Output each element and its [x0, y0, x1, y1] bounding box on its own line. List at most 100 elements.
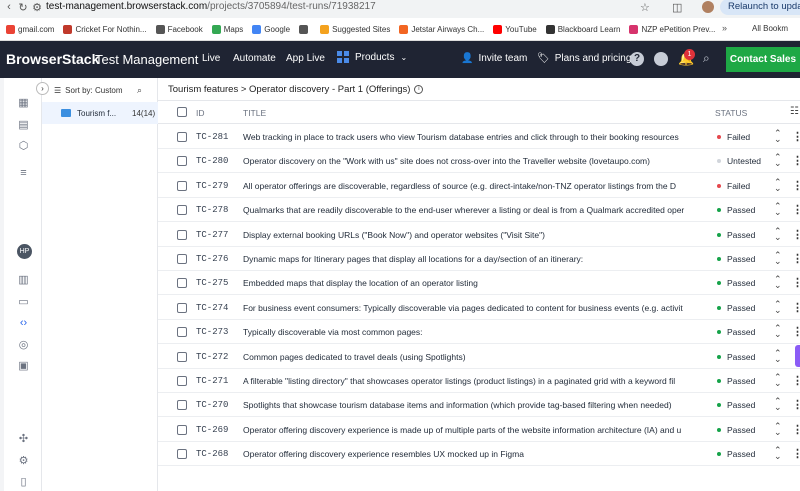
bookmark-item[interactable]: Jetstar Airways Ch...: [399, 24, 484, 34]
row-checkbox[interactable]: [177, 205, 187, 216]
table-row[interactable]: TC-276 Dynamic maps for Itinerary pages t…: [158, 247, 800, 271]
all-bookmarks-button[interactable]: All Bookm: [752, 24, 788, 33]
address-bar[interactable]: test-management.browserstack.com/project…: [46, 0, 376, 18]
test-case-title[interactable]: Typically discoverable via most common p…: [243, 327, 711, 337]
test-case-title[interactable]: Operator offering discovery experience i…: [243, 425, 711, 435]
test-case-id[interactable]: TC-272: [196, 352, 228, 362]
bookmark-item[interactable]: Cricket For Nothin...: [63, 24, 147, 34]
folder-icon[interactable]: ▭: [18, 297, 29, 308]
bookmarks-overflow-icon[interactable]: »: [722, 23, 727, 33]
status-badge[interactable]: Passed: [717, 400, 755, 410]
reorder-handle-icon[interactable]: ⌃ ⌄: [774, 299, 782, 314]
test-case-id[interactable]: TC-270: [196, 400, 228, 410]
reorder-handle-icon[interactable]: ⌃ ⌄: [774, 129, 782, 144]
more-options-icon[interactable]: ⋮: [792, 276, 800, 289]
reports-icon[interactable]: ▣: [18, 361, 29, 372]
table-row[interactable]: TC-280 Operator discovery on the "Work wi…: [158, 149, 800, 174]
bookmark-item[interactable]: gmail.com: [6, 24, 54, 34]
reorder-handle-icon[interactable]: ⌃ ⌄: [774, 275, 782, 290]
test-case-title[interactable]: Web tracking in place to track users who…: [243, 132, 711, 142]
more-options-icon[interactable]: ⋮: [792, 154, 800, 167]
test-case-id[interactable]: TC-271: [196, 376, 228, 386]
bookmark-item[interactable]: Facebook: [155, 24, 203, 34]
row-checkbox[interactable]: [177, 400, 187, 411]
more-options-icon[interactable]: ⋮: [792, 179, 800, 192]
row-checkbox[interactable]: [177, 424, 187, 435]
test-case-id[interactable]: TC-275: [196, 278, 228, 288]
extensions-icon[interactable]: ◫: [672, 1, 682, 14]
reorder-handle-icon[interactable]: ⌃ ⌄: [774, 177, 782, 192]
row-checkbox[interactable]: [177, 132, 187, 142]
bookmark-star-icon[interactable]: ☆: [640, 1, 650, 14]
more-options-icon[interactable]: ⋮: [792, 130, 800, 143]
row-checkbox[interactable]: [177, 449, 187, 460]
test-case-title[interactable]: All operator offerings are discoverable,…: [243, 181, 711, 191]
test-case-id[interactable]: TC-269: [196, 425, 228, 435]
status-badge[interactable]: Passed: [717, 449, 755, 459]
table-row[interactable]: TC-278 Qualmarks that are readily discove…: [158, 198, 800, 223]
status-badge[interactable]: Passed: [717, 425, 755, 435]
compass-icon[interactable]: ◎: [18, 340, 29, 351]
folder-item[interactable]: Tourism f... 14(14): [42, 102, 158, 124]
more-options-icon[interactable]: ⋮: [792, 325, 800, 338]
help-icon[interactable]: ?: [630, 52, 644, 66]
test-case-id[interactable]: TC-274: [196, 303, 228, 313]
bookmark-item[interactable]: [299, 24, 311, 34]
column-title[interactable]: TITLE: [243, 108, 266, 118]
status-badge[interactable]: Failed: [717, 132, 750, 142]
more-options-icon[interactable]: ⋮: [792, 301, 800, 314]
test-case-title[interactable]: Qualmarks that are readily discoverable …: [243, 205, 711, 215]
row-checkbox[interactable]: [177, 254, 187, 264]
row-checkbox[interactable]: [177, 229, 187, 240]
more-options-icon[interactable]: ⋮: [792, 374, 800, 387]
test-case-id[interactable]: TC-277: [196, 230, 228, 240]
test-case-id[interactable]: TC-268: [196, 449, 228, 459]
nav-link-live[interactable]: Live: [202, 53, 220, 64]
collapse-panel-button[interactable]: ›: [36, 82, 49, 95]
table-row[interactable]: TC-269 Operator offering discovery experi…: [158, 418, 800, 442]
test-case-title[interactable]: A filterable "listing directory" that sh…: [243, 376, 711, 386]
select-all-checkbox[interactable]: [177, 107, 187, 117]
row-checkbox[interactable]: [177, 376, 187, 386]
status-badge[interactable]: Untested: [717, 156, 761, 166]
back-icon[interactable]: ‹: [2, 1, 16, 13]
bookmark-item[interactable]: Suggested Sites: [320, 24, 390, 34]
site-info-icon[interactable]: ⚙: [30, 1, 44, 14]
status-badge[interactable]: Passed: [717, 352, 755, 362]
test-case-title[interactable]: Operator discovery on the "Work with us"…: [243, 156, 711, 166]
bookmark-item[interactable]: Maps: [211, 24, 243, 34]
more-options-icon[interactable]: ⋮: [792, 203, 800, 216]
test-case-id[interactable]: TC-281: [196, 132, 228, 142]
test-case-title[interactable]: For business event consumers: Typically …: [243, 303, 711, 313]
reorder-handle-icon[interactable]: ⌃ ⌄: [774, 446, 782, 461]
bookmark-item[interactable]: NZP ePetition Prev...: [629, 24, 715, 34]
column-settings-icon[interactable]: ☷: [790, 106, 799, 117]
invite-team-button[interactable]: 👤 Invite team: [461, 53, 527, 64]
row-checkbox[interactable]: [177, 278, 187, 289]
list-icon[interactable]: ≡: [18, 168, 29, 179]
test-case-id[interactable]: TC-279: [196, 181, 228, 191]
table-row[interactable]: TC-277 Display external booking URLs ("Bo…: [158, 223, 800, 247]
plans-pricing-button[interactable]: 🏷 Plans and pricing: [537, 53, 631, 64]
status-badge[interactable]: Passed: [717, 327, 755, 337]
test-case-title[interactable]: Display external booking URLs ("Book Now…: [243, 230, 711, 240]
test-case-id[interactable]: TC-280: [196, 156, 228, 166]
browserstack-logo[interactable]: BrowserStack: [6, 51, 99, 67]
reorder-handle-icon[interactable]: ⌃ ⌄: [774, 153, 782, 168]
reorder-handle-icon[interactable]: ⌃ ⌄: [774, 226, 782, 241]
row-checkbox[interactable]: [177, 180, 187, 191]
nav-link-app-live[interactable]: App Live: [286, 53, 325, 64]
reorder-handle-icon[interactable]: ⌃ ⌄: [774, 421, 782, 436]
more-options-icon[interactable]: ⋮: [792, 252, 800, 265]
nav-link-automate[interactable]: Automate: [233, 53, 276, 64]
table-row[interactable]: TC-275 Embedded maps that display the loc…: [158, 271, 800, 296]
bookmark-item[interactable]: Google: [252, 24, 290, 34]
row-checkbox[interactable]: [177, 327, 187, 338]
status-badge[interactable]: Passed: [717, 278, 755, 288]
test-case-title[interactable]: Spotlights that showcase tourism databas…: [243, 400, 711, 410]
status-badge[interactable]: Passed: [717, 376, 755, 386]
status-badge[interactable]: Failed: [717, 181, 750, 191]
profile-avatar[interactable]: [702, 1, 714, 13]
column-id[interactable]: ID: [196, 108, 205, 118]
reorder-handle-icon[interactable]: ⌃ ⌄: [774, 397, 782, 412]
